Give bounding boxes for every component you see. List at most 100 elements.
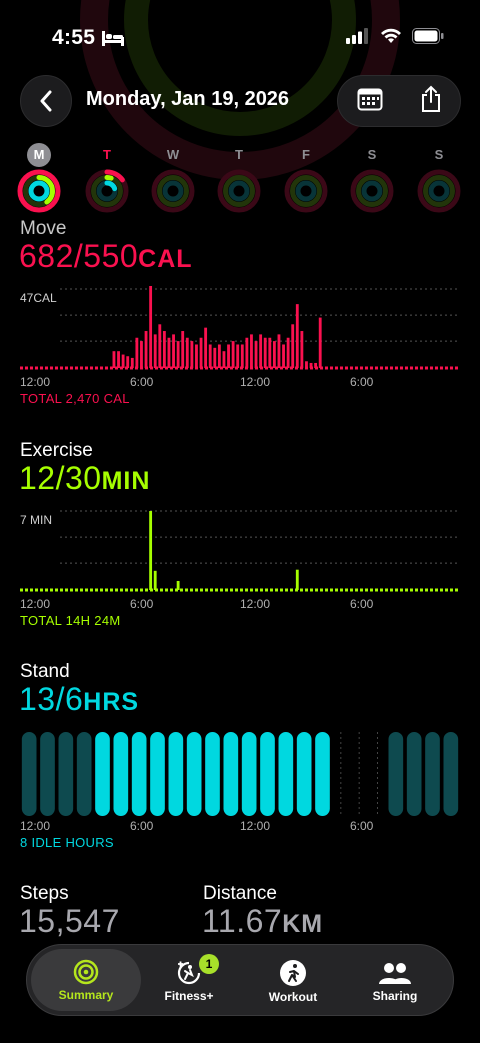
move-value: 682/550CAL (19, 238, 193, 275)
tab-summary[interactable]: Summary (31, 949, 141, 1011)
move-axis-tick-2: 6:00 (130, 375, 154, 389)
move-bar-40 (204, 327, 208, 368)
nav-actions (337, 75, 461, 127)
ring-track-2 (162, 180, 184, 202)
move-bar-44 (222, 351, 226, 368)
move-bar-64 (314, 362, 318, 368)
stand-bar-15 (296, 732, 312, 816)
stand-bar-0 (21, 732, 37, 816)
stand-bar-13 (260, 732, 275, 816)
stand-axis-tick-1: 12:00 (20, 819, 51, 833)
activity-ring-day-1[interactable] (84, 168, 130, 214)
move-chart (20, 286, 460, 370)
move-bar-57 (282, 344, 285, 368)
exercise-value: 12/30MIN (19, 460, 150, 497)
move-bar-26 (140, 341, 143, 368)
activity-ring-day-6[interactable] (416, 168, 462, 214)
tab-summary-label: Summary (58, 987, 114, 1002)
stand-bar-8 (168, 732, 184, 816)
move-bar-63 (309, 362, 313, 368)
stand-bar-10 (205, 732, 220, 816)
stand-bar-2 (58, 732, 74, 816)
day-letter-2: W (166, 147, 180, 162)
move-value-number: 682/550 (19, 238, 139, 274)
move-bar-24 (130, 357, 134, 368)
status-icons (346, 28, 444, 49)
move-bar-65 (318, 317, 322, 368)
tab-workout[interactable]: Workout (241, 945, 345, 1017)
activity-ring-day-0[interactable] (16, 168, 62, 214)
activity-ring-day-3[interactable] (216, 168, 262, 214)
exercise-bar-34 (176, 580, 180, 590)
move-bar-29 (153, 334, 157, 368)
activity-ring-day-5[interactable] (349, 168, 395, 214)
ring-track-2 (295, 180, 317, 202)
move-bar-38 (195, 344, 198, 368)
stand-axis-tick-4: 6:00 (350, 819, 374, 833)
move-bar-22 (121, 354, 125, 368)
exercise-chart (20, 510, 460, 592)
ring-track-2 (228, 180, 250, 202)
ring-track-2 (361, 180, 383, 202)
move-total: TOTAL 2,470 CAL (20, 391, 130, 406)
day-letter-1: T (103, 147, 111, 162)
tab-sharing[interactable]: Sharing (343, 945, 447, 1017)
move-bar-27 (144, 331, 148, 368)
stand-bar-4 (95, 732, 110, 816)
exercise-axis-tick-4: 6:00 (350, 597, 374, 611)
calendar-icon (357, 88, 382, 110)
move-bar-47 (236, 344, 240, 368)
day-letter-6: S (434, 147, 444, 162)
move-bar-61 (300, 331, 304, 368)
stand-bar-23 (443, 732, 459, 816)
stand-value: 13/6HRS (19, 681, 139, 718)
move-bar-49 (245, 337, 249, 368)
status-time: 4:55 (52, 26, 96, 49)
back-button[interactable] (20, 75, 72, 127)
tab-workout-label: Workout (268, 989, 318, 1004)
exercise-value-unit: MIN (101, 467, 151, 495)
move-bar-59 (291, 324, 295, 368)
calendar-button[interactable] (357, 87, 383, 116)
stand-bar-20 (388, 732, 404, 816)
move-label: Move (20, 218, 67, 239)
stand-label: Stand (20, 661, 70, 682)
stand-bar-12 (241, 732, 257, 816)
exercise-axis-tick-2: 6:00 (130, 597, 154, 611)
stand-bar-9 (186, 732, 202, 816)
move-bar-43 (217, 344, 221, 368)
tab-fitness-plus[interactable]: Fitness+ 1 (137, 945, 241, 1017)
stand-bar-5 (113, 732, 129, 816)
move-bar-25 (135, 337, 139, 368)
move-axis-tick-3: 12:00 (240, 375, 271, 389)
wifi-icon (380, 28, 402, 49)
move-bar-58 (286, 337, 290, 368)
page-title: Monday, Jan 19, 2026 (86, 88, 290, 110)
activity-ring-day-2[interactable] (150, 168, 196, 214)
notification-badge: 1 (199, 954, 219, 974)
exercise-label: Exercise (20, 440, 93, 461)
day-letter-4: F (302, 147, 310, 162)
move-value-unit: CAL (138, 245, 193, 273)
stand-bar-11 (223, 732, 239, 816)
move-bar-53 (263, 337, 267, 368)
share-icon (421, 85, 440, 112)
sharing-people-icon (379, 962, 411, 984)
stand-bar-21 (406, 732, 422, 816)
share-button[interactable] (420, 85, 442, 118)
move-bar-36 (185, 337, 189, 368)
move-bar-48 (240, 344, 244, 368)
exercise-value-number: 12/30 (19, 460, 102, 496)
ring-progress-2 (28, 180, 50, 202)
ring-track-2 (428, 180, 450, 202)
move-bar-20 (112, 351, 116, 368)
stand-value-number: 13/6 (19, 681, 84, 717)
battery-icon (412, 28, 444, 49)
stand-axis-tick-3: 12:00 (240, 819, 271, 833)
move-bar-30 (158, 324, 162, 368)
exercise-axis-tick-3: 12:00 (240, 597, 271, 611)
exercise-bar-60 (295, 569, 299, 590)
stand-idle-hours: 8 IDLE HOURS (20, 835, 114, 850)
move-bar-51 (254, 341, 258, 368)
activity-ring-day-4[interactable] (283, 168, 329, 214)
